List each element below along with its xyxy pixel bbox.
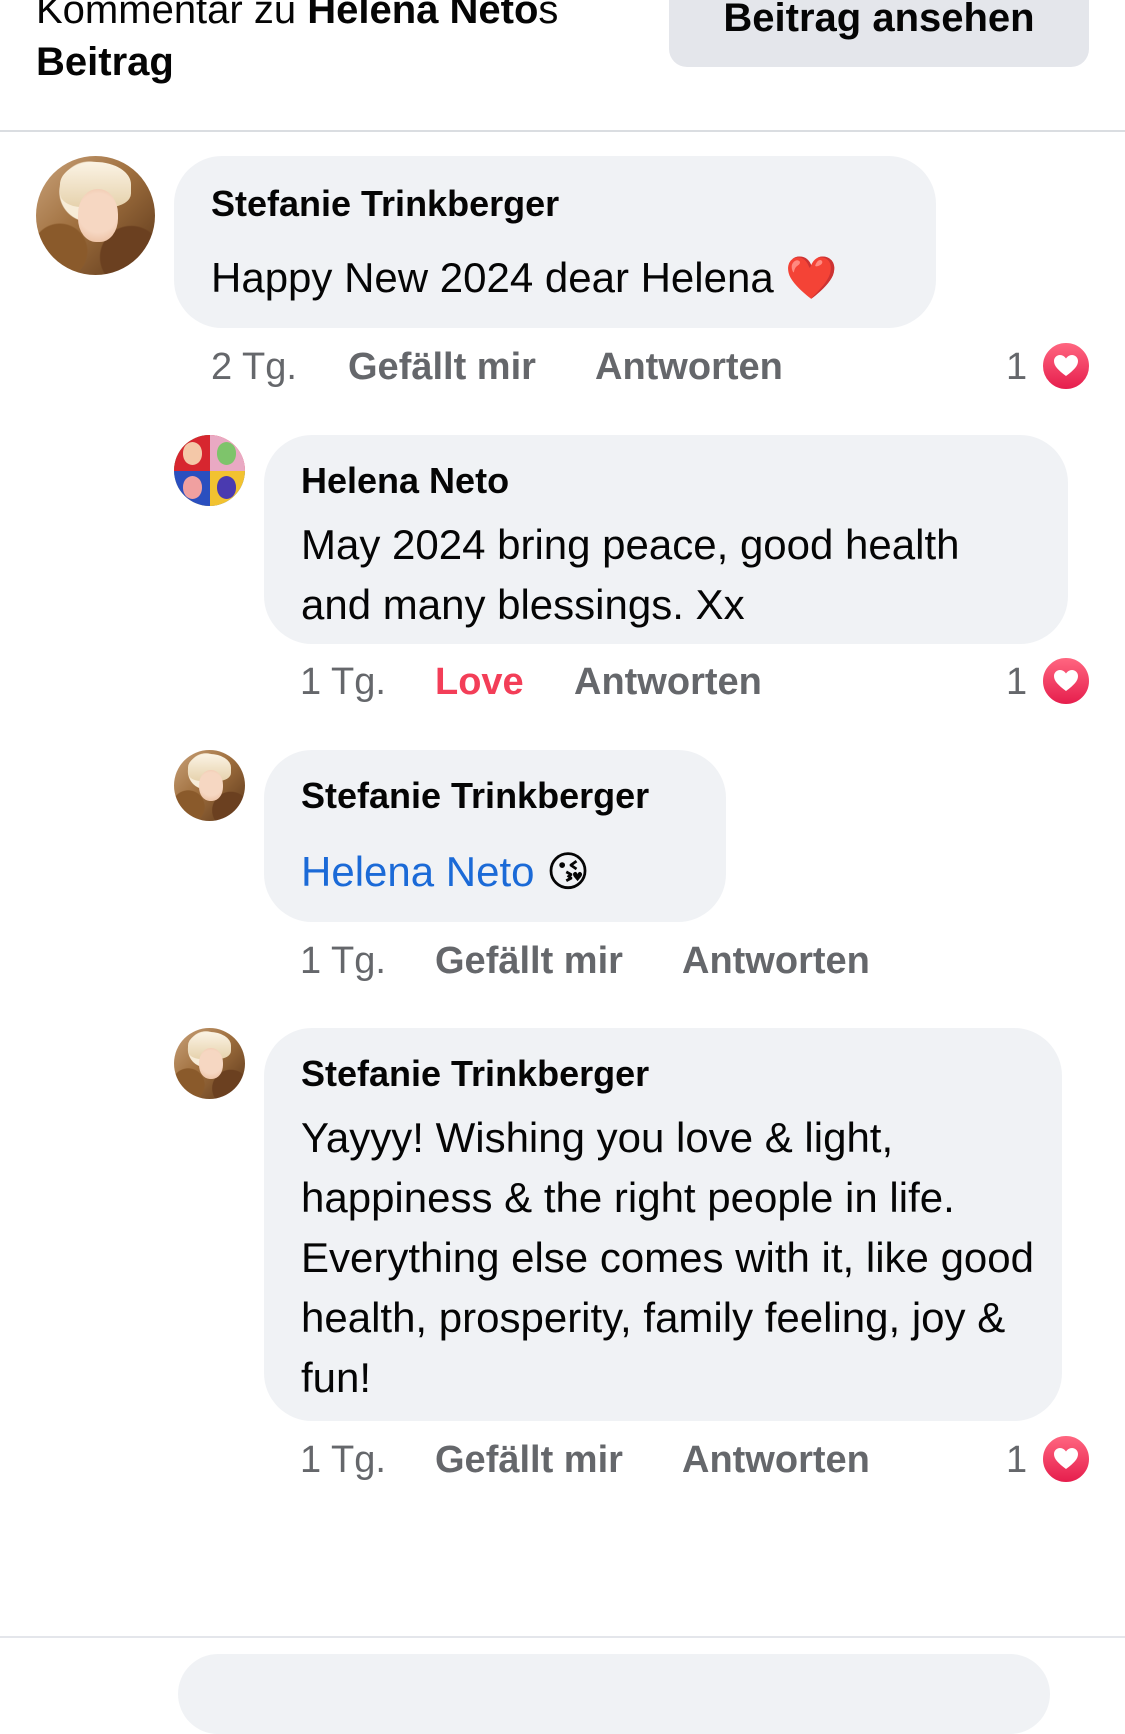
page-title: Kommentar zu Helena Netos Beitrag — [36, 0, 636, 88]
composer-divider — [0, 1636, 1125, 1638]
avatar[interactable] — [174, 435, 245, 506]
like-button[interactable]: Gefällt mir — [435, 1437, 623, 1483]
comment-text: Yayyy! Wishing you love & light, happine… — [301, 1114, 1035, 1401]
comment-text: May 2024 bring peace, good health and ma… — [301, 521, 960, 628]
heart-reaction-icon[interactable] — [1040, 655, 1092, 707]
title-suffix: s — [538, 0, 559, 32]
comment-time[interactable]: 2 Tg. — [211, 344, 297, 390]
avatar[interactable] — [174, 1028, 245, 1099]
reply-button[interactable]: Antworten — [595, 344, 783, 390]
comment-author[interactable]: Stefanie Trinkberger — [301, 1052, 649, 1096]
avatar[interactable] — [174, 750, 245, 821]
avatar[interactable] — [36, 156, 155, 275]
like-button[interactable]: Gefällt mir — [348, 344, 536, 390]
comment-text: Happy New 2024 dear Helena ❤️ — [211, 254, 838, 301]
header-divider — [0, 130, 1125, 132]
reaction-count[interactable]: 1 — [1006, 1437, 1027, 1483]
comment-text-emoji: 😘 — [534, 848, 590, 895]
reaction-count[interactable]: 1 — [1006, 659, 1027, 705]
love-reaction-button[interactable]: Love — [435, 659, 524, 705]
comment-author[interactable]: Stefanie Trinkberger — [301, 774, 649, 818]
reply-button[interactable]: Antworten — [682, 1437, 870, 1483]
comment-composer-input[interactable] — [178, 1654, 1050, 1734]
heart-reaction-icon[interactable] — [1040, 1433, 1092, 1485]
reply-button[interactable]: Antworten — [682, 938, 870, 984]
comment-bubble: Stefanie Trinkberger Happy New 2024 dear… — [174, 156, 936, 328]
view-post-button[interactable]: Beitrag ansehen — [669, 0, 1089, 67]
reaction-count[interactable]: 1 — [1006, 344, 1027, 390]
heart-reaction-icon[interactable] — [1040, 340, 1092, 392]
comment-author[interactable]: Helena Neto — [301, 459, 509, 503]
title-prefix: Kommentar zu — [36, 0, 308, 32]
comment-author[interactable]: Stefanie Trinkberger — [211, 182, 559, 226]
reply-button[interactable]: Antworten — [574, 659, 762, 705]
comment-time[interactable]: 1 Tg. — [300, 659, 386, 705]
comment-time[interactable]: 1 Tg. — [300, 938, 386, 984]
comment-bubble: Helena Neto May 2024 bring peace, good h… — [264, 435, 1068, 644]
comment-time[interactable]: 1 Tg. — [300, 1437, 386, 1483]
mention-link[interactable]: Helena Neto — [301, 848, 534, 895]
title-post-author[interactable]: Helena Neto — [307, 0, 538, 32]
comment-bubble: Stefanie Trinkberger Helena Neto 😘 — [264, 750, 726, 922]
title-line2: Beitrag — [36, 40, 174, 84]
comment-text: Helena Neto 😘 — [301, 842, 590, 902]
comment-bubble: Stefanie Trinkberger Yayyy! Wishing you … — [264, 1028, 1062, 1421]
like-button[interactable]: Gefällt mir — [435, 938, 623, 984]
